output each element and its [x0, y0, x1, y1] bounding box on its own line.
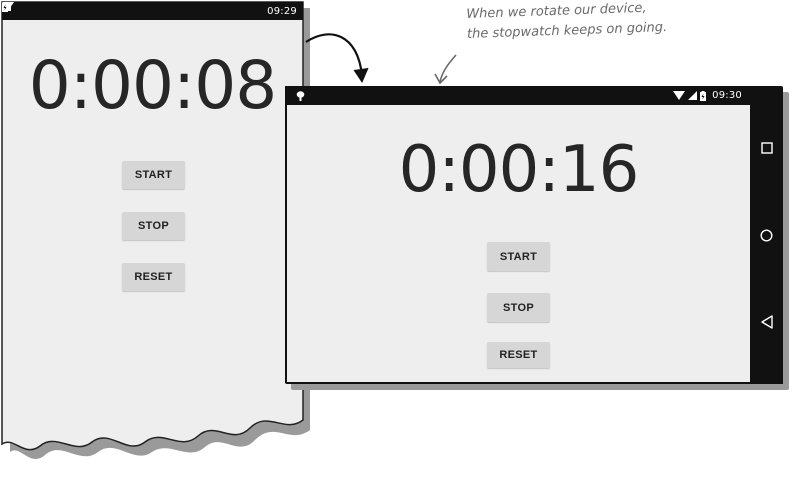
landscape-reset-button[interactable]: RESET — [487, 342, 550, 368]
rotation-arrow — [305, 33, 369, 84]
portrait-status-bar: 09:29 — [2, 2, 303, 20]
recents-icon — [760, 142, 773, 154]
landscape-start-button[interactable]: START — [487, 242, 550, 271]
landscape-timer-display: 0:00:16 — [398, 133, 640, 207]
home-icon — [760, 228, 773, 242]
cell-signal-icon — [688, 91, 698, 100]
landscape-status-bar: 09:30 — [285, 86, 750, 105]
portrait-status-time: 09:29 — [267, 5, 297, 17]
android-nav-bar — [750, 105, 783, 384]
portrait-timer-display: 0:00:08 — [28, 47, 277, 124]
portrait-reset-button[interactable]: RESET — [122, 263, 185, 291]
annotation-note: When we rotate our device, the stopwatch… — [466, 0, 747, 45]
portrait-stop-button[interactable]: STOP — [122, 212, 185, 240]
battery-icon — [700, 90, 707, 101]
landscape-phone: 09:30 0:00:16 START STOP RESET — [285, 86, 783, 384]
annotation-pointer-arrow — [434, 54, 457, 85]
back-button[interactable] — [750, 307, 783, 337]
landscape-screen: 0:00:16 START STOP RESET — [287, 105, 750, 382]
back-icon — [760, 315, 773, 329]
android-icon — [296, 90, 305, 101]
landscape-stop-button[interactable]: STOP — [487, 293, 550, 322]
portrait-start-button[interactable]: START — [122, 161, 185, 189]
portrait-phone: 09:29 0:00:08 START STOP RESET — [0, 0, 330, 478]
recents-button[interactable] — [750, 133, 783, 163]
home-button[interactable] — [750, 220, 783, 250]
wifi-icon — [673, 91, 686, 100]
landscape-status-time: 09:30 — [712, 90, 742, 101]
